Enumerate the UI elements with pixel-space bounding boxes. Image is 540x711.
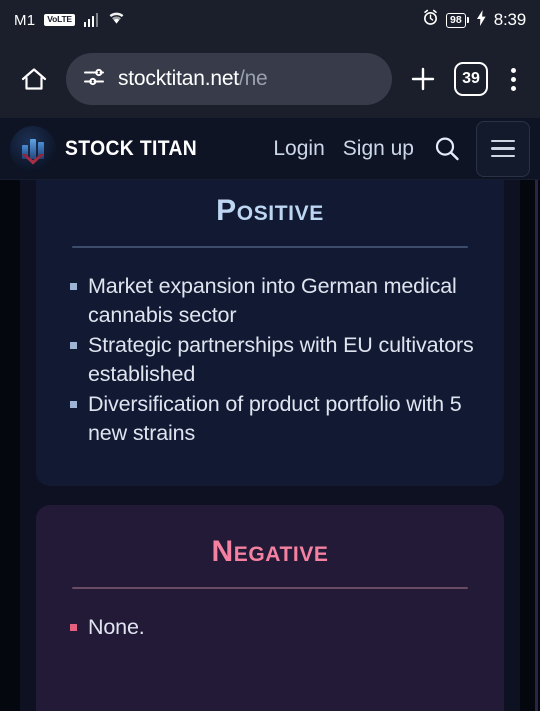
wifi-icon: [107, 10, 126, 30]
positive-divider: [72, 246, 468, 248]
positive-title: Positive: [216, 194, 324, 227]
battery-level-label: 98: [446, 12, 466, 28]
signup-link[interactable]: Sign up: [343, 137, 414, 161]
charging-bolt-icon: [476, 9, 487, 31]
url-text[interactable]: stocktitan.net/ne: [118, 67, 268, 91]
list-item: Diversification of product portfolio wit…: [62, 390, 478, 447]
browser-toolbar: stocktitan.net/ne 39: [0, 40, 540, 118]
home-button[interactable]: [12, 64, 56, 94]
page-scrollbar[interactable]: [535, 180, 538, 711]
tab-switcher-button[interactable]: 39: [454, 62, 488, 96]
stock-titan-logo-icon[interactable]: [10, 125, 56, 172]
status-bar: M1 VoLTE 98 8:39: [0, 0, 540, 40]
signal-bars-icon: [83, 13, 99, 27]
url-domain: stocktitan.net: [118, 67, 239, 90]
negative-list: None.: [62, 613, 478, 642]
page-content: Positive Market expansion into German me…: [0, 180, 540, 711]
status-bar-left: M1 VoLTE: [14, 10, 126, 30]
search-icon[interactable]: [432, 134, 462, 164]
site-navbar: STOCK TITAN Login Sign up: [0, 118, 540, 180]
three-dot-menu-icon[interactable]: [498, 67, 528, 91]
list-item: Strategic partnerships with EU cultivato…: [62, 331, 478, 388]
negative-title: Negative: [211, 535, 329, 568]
list-item: Market expansion into German medical can…: [62, 272, 478, 329]
page-settings-icon[interactable]: [82, 65, 106, 94]
hamburger-menu-icon[interactable]: [476, 120, 530, 177]
negative-divider: [72, 587, 468, 589]
negative-card: Negative None.: [36, 505, 504, 711]
alarm-clock-icon: [422, 9, 439, 31]
url-path: /ne: [238, 67, 268, 90]
positive-list: Market expansion into German medical can…: [62, 272, 478, 447]
list-item: None.: [62, 613, 478, 642]
positive-card: Positive Market expansion into German me…: [36, 180, 504, 486]
carrier-label: M1: [14, 11, 36, 29]
volte-badge: VoLTE: [44, 14, 75, 26]
brand-label[interactable]: STOCK TITAN: [65, 137, 197, 161]
new-tab-button[interactable]: [402, 64, 444, 94]
battery-indicator: 98: [446, 12, 469, 28]
content-container: Positive Market expansion into German me…: [20, 180, 520, 711]
address-bar[interactable]: stocktitan.net/ne: [66, 53, 392, 105]
battery-tip: [466, 17, 469, 23]
tab-count-label: 39: [462, 70, 480, 87]
clock-label: 8:39: [493, 10, 526, 29]
status-bar-right: 98 8:39: [422, 9, 526, 31]
login-link[interactable]: Login: [273, 137, 324, 161]
